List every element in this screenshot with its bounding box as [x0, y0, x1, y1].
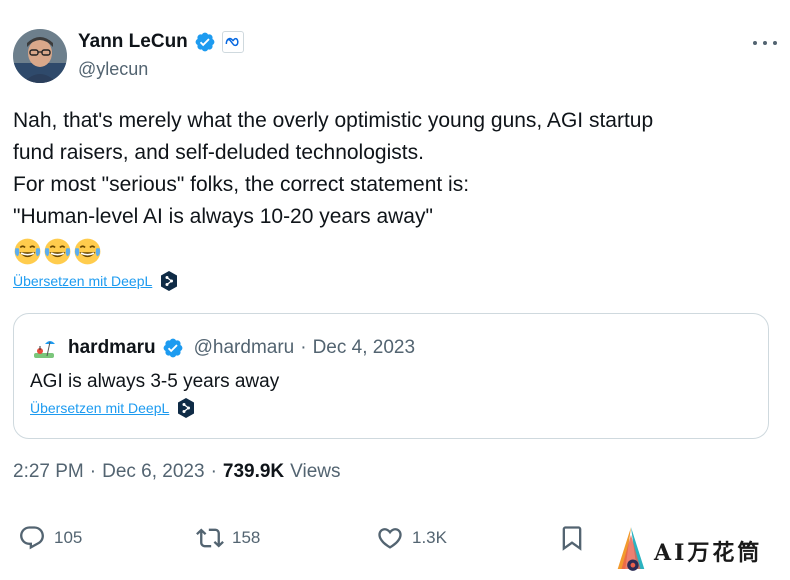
meta-logo-icon[interactable] [221, 31, 244, 53]
tweet-line: For most "serious" folks, the correct st… [13, 173, 470, 196]
dot-icon [773, 41, 777, 45]
author-handle[interactable]: @ylecun [78, 59, 148, 80]
repost-button[interactable]: 158 [196, 524, 260, 552]
tweet-line: fund raisers, and self-deluded technolog… [13, 141, 424, 164]
watermark-logo-icon [612, 525, 650, 578]
repost-count: 158 [232, 528, 261, 547]
quoted-tweet-date[interactable]: Dec 4, 2023 [313, 337, 415, 359]
tweet-meta: 2:27 PM · Dec 6, 2023 · 739.9K Views [13, 461, 341, 483]
quoted-author-name[interactable]: hardmaru [68, 337, 156, 359]
like-count: 1.3K [412, 528, 447, 547]
tweet-line: Nah, that's merely what the overly optim… [13, 109, 654, 132]
verified-badge-icon[interactable] [194, 31, 216, 53]
views-count[interactable]: 739.9K [223, 461, 284, 483]
tears-of-joy-emoji-icon [43, 237, 72, 266]
reply-button[interactable]: 105 [18, 524, 82, 552]
views-label: Views [290, 461, 341, 482]
tweet-date[interactable]: Dec 6, 2023 [102, 461, 204, 483]
verified-badge-icon[interactable] [162, 337, 184, 359]
heart-icon [378, 528, 402, 549]
author-display-name[interactable]: Yann LeCun [78, 31, 188, 53]
bookmark-icon [562, 526, 582, 551]
quoted-tweet[interactable]: hardmaru @hardmaru · Dec 4, 2023 AGI is … [13, 313, 769, 439]
deepl-icon [160, 271, 178, 291]
tweet-time[interactable]: 2:27 PM [13, 461, 84, 483]
repost-icon [196, 528, 224, 548]
separator-dot: · [89, 461, 97, 482]
author-avatar[interactable] [13, 29, 67, 83]
separator-dot: · [300, 337, 307, 358]
more-options-icon[interactable] [753, 33, 777, 53]
translate-link[interactable]: Übersetzen mit DeepL [13, 271, 178, 291]
bookmark-button[interactable] [558, 524, 586, 552]
quoted-tweet-header: hardmaru @hardmaru · Dec 4, 2023 [30, 334, 415, 362]
dot-icon [763, 41, 767, 45]
author-name-row: Yann LeCun [78, 31, 244, 53]
dot-icon [753, 41, 757, 45]
tweet-body: Nah, that's merely what the overly optim… [13, 105, 773, 267]
reply-count: 105 [54, 528, 83, 547]
deepl-icon [177, 398, 195, 418]
emoji-row [13, 235, 773, 267]
quoted-author-handle[interactable]: @hardmaru [194, 337, 295, 359]
tweet-line: "Human-level AI is always 10-20 years aw… [13, 205, 433, 228]
tears-of-joy-emoji-icon [73, 237, 102, 266]
quoted-author-avatar[interactable] [30, 334, 58, 362]
watermark-text: AI万花筒 [654, 540, 763, 566]
like-button[interactable]: 1.3K [376, 524, 447, 552]
separator-dot: · [210, 461, 217, 482]
watermark: AI万花筒 [606, 524, 786, 578]
translate-label[interactable]: Übersetzen mit DeepL [30, 400, 169, 416]
tears-of-joy-emoji-icon [13, 237, 42, 266]
tweet-header: Yann LeCun @ylecun [13, 29, 777, 83]
reply-icon [20, 526, 44, 550]
translate-label[interactable]: Übersetzen mit DeepL [13, 273, 152, 289]
quoted-translate-link[interactable]: Übersetzen mit DeepL [30, 398, 195, 418]
quoted-tweet-text: AGI is always 3-5 years away [30, 371, 280, 392]
